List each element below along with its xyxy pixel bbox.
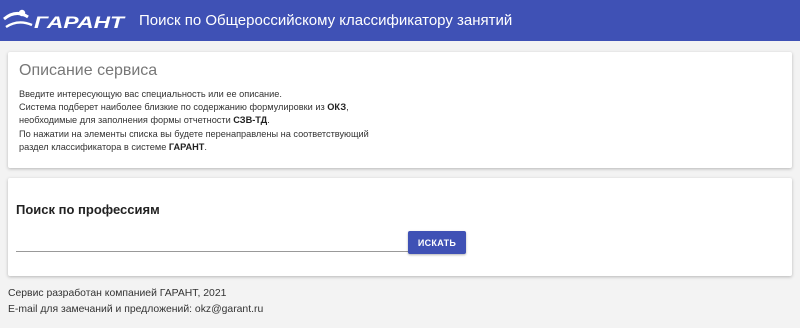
profession-search-input[interactable] xyxy=(16,230,408,252)
page-title: Поиск по Общероссийскому классификатору … xyxy=(139,12,513,29)
footer: Сервис разработан компанией ГАРАНТ, 2021… xyxy=(8,286,263,317)
search-button[interactable]: ИСКАТЬ xyxy=(408,231,466,254)
description-line: Введите интересующую вас специальность и… xyxy=(19,89,282,99)
search-card: Поиск по профессиям ИСКАТЬ xyxy=(8,178,792,276)
description-line: необходимые для заполнения формы отчетно… xyxy=(19,115,270,126)
search-title: Поиск по профессиям xyxy=(16,202,160,217)
footer-contact: E-mail для замечаний и предложений: okz@… xyxy=(8,303,264,315)
logo-text: ГАРАНТ xyxy=(34,13,126,32)
garant-highlight: ГАРАНТ xyxy=(168,141,205,152)
description-line: По нажатии на элементы списка вы будете … xyxy=(19,128,369,139)
description-line: Система подберет наиболее близкие по сод… xyxy=(19,102,349,113)
app-header: ГАРАНТ Поиск по Общероссийскому классифи… xyxy=(0,0,800,41)
description-line: раздел классификатора в системе ГАРАНТ. xyxy=(19,141,207,152)
service-description-card: Описание сервиса Введите интересующую ва… xyxy=(8,52,792,168)
footer-credits: Сервис разработан компанией ГАРАНТ, 2021 xyxy=(8,288,227,299)
garant-logo[interactable]: ГАРАНТ xyxy=(2,5,128,35)
description-title: Описание сервиса xyxy=(19,62,158,79)
okz-highlight: ОКЗ xyxy=(327,102,347,113)
description-text: Введите интересующую вас специальность и… xyxy=(19,88,369,154)
szv-td-highlight: СЗВ-ТД xyxy=(233,115,268,126)
